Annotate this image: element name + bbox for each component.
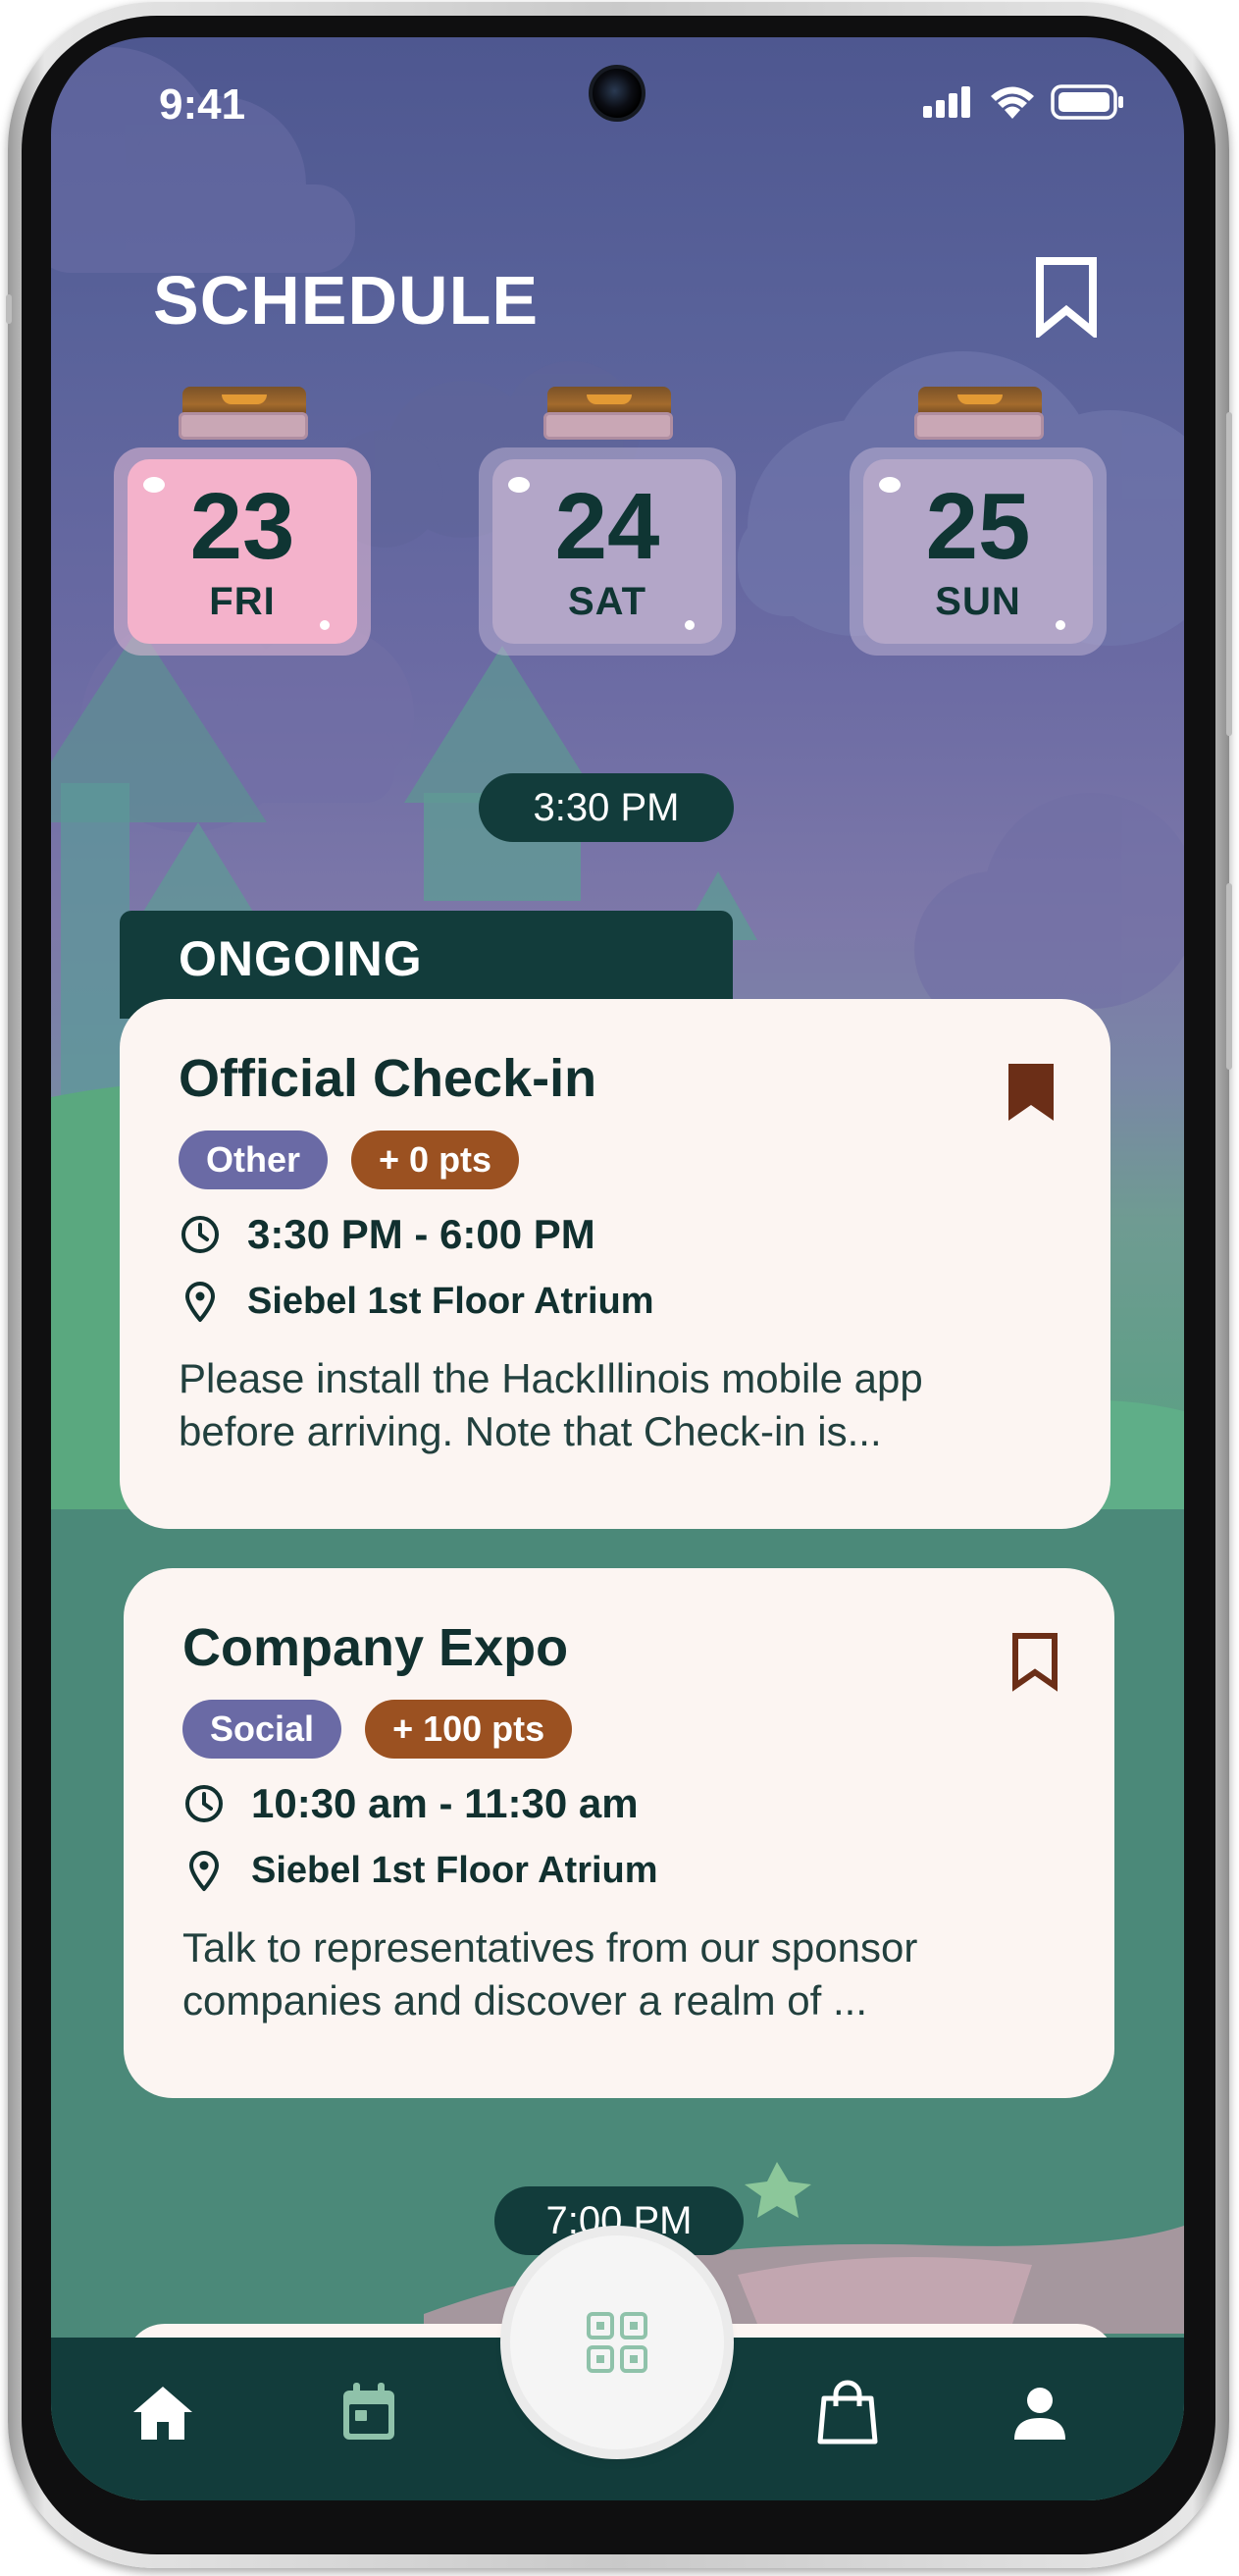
- event-card[interactable]: Official Check-in Other + 0 pts 3:30 PM …: [120, 999, 1110, 1529]
- location-pin-icon: [189, 1851, 219, 1891]
- event-tags: Other + 0 pts: [179, 1130, 1052, 1189]
- event-description: Please install the HackIllinois mobile a…: [179, 1352, 1052, 1458]
- jar-neck: [179, 412, 308, 440]
- profile-icon[interactable]: [1005, 2377, 1075, 2447]
- date-tab-sat[interactable]: 24 SAT: [479, 387, 736, 671]
- event-card[interactable]: Company Expo Social + 100 pts 10:30 am -…: [124, 1568, 1114, 2098]
- date-day: FRI: [209, 579, 276, 623]
- power-button: [1226, 883, 1232, 1070]
- event-location: Siebel 1st Floor Atrium: [247, 1280, 654, 1322]
- location-pin-icon: [185, 1282, 215, 1322]
- bookmark-outline-icon[interactable]: [1032, 255, 1101, 338]
- clock-icon: [185, 1785, 223, 1822]
- volume-button: [1226, 412, 1232, 736]
- event-location-row: Siebel 1st Floor Atrium: [182, 1849, 1056, 1892]
- side-button-left: [6, 294, 12, 324]
- description-line: companies and discover a realm of ...: [182, 1977, 868, 2024]
- event-time-row: 3:30 PM - 6:00 PM: [179, 1211, 1052, 1258]
- event-title: Company Expo: [182, 1618, 569, 1677]
- shop-bag-icon[interactable]: [812, 2377, 883, 2447]
- sparkle: [685, 620, 695, 630]
- points-badge: + 0 pts: [351, 1130, 520, 1189]
- qr-code-button[interactable]: [510, 2235, 724, 2449]
- clock-icon: [181, 1216, 219, 1253]
- jar-neck: [914, 412, 1044, 440]
- event-time: 3:30 PM - 6:00 PM: [247, 1211, 595, 1257]
- status-icons: [923, 84, 1125, 120]
- event-time: 10:30 am - 11:30 am: [251, 1780, 639, 1826]
- date-tab-sun[interactable]: 25 SUN: [850, 387, 1107, 671]
- sparkle: [1056, 620, 1065, 630]
- description-line: Please install the HackIllinois mobile a…: [179, 1355, 923, 1401]
- points-badge: + 100 pts: [365, 1700, 573, 1759]
- bookmark-filled-icon[interactable]: [1007, 1062, 1056, 1123]
- event-location: Siebel 1st Floor Atrium: [251, 1849, 658, 1891]
- event-title: Official Check-in: [179, 1049, 597, 1108]
- date-number: 24: [554, 473, 660, 579]
- app-screen: 9:41 SCHEDULE 23 FRI 24 SAT 25 SUN 3:30 …: [51, 37, 1184, 2500]
- time-slot-label: 3:30 PM: [479, 773, 734, 842]
- sparkle: [508, 477, 530, 493]
- date-number: 23: [189, 473, 295, 579]
- jar-neck: [543, 412, 673, 440]
- signal-icon: [923, 86, 970, 118]
- date-day: SUN: [935, 579, 1021, 623]
- sparkle: [320, 620, 330, 630]
- calendar-icon[interactable]: [334, 2377, 404, 2447]
- wifi-icon: [991, 86, 1034, 119]
- description-line: Talk to representatives from our sponsor: [182, 1924, 918, 1971]
- description-line: before arriving. Note that Check-in is..…: [179, 1408, 882, 1454]
- event-location-row: Siebel 1st Floor Atrium: [179, 1280, 1052, 1323]
- page-title: SCHEDULE: [153, 262, 540, 339]
- status-time: 9:41: [159, 80, 246, 129]
- event-tags: Social + 100 pts: [182, 1700, 1056, 1759]
- category-badge: Other: [179, 1130, 329, 1189]
- front-camera: [589, 65, 645, 122]
- sparkle: [879, 477, 901, 493]
- date-number: 25: [925, 473, 1031, 579]
- bookmark-outline-icon[interactable]: [1010, 1631, 1059, 1692]
- date-day: SAT: [567, 579, 647, 623]
- battery-icon: [1051, 84, 1123, 120]
- sparkle: [143, 477, 165, 493]
- qr-code-icon: [587, 2312, 647, 2373]
- event-time-row: 10:30 am - 11:30 am: [182, 1780, 1056, 1827]
- date-tab-fri[interactable]: 23 FRI: [114, 387, 371, 671]
- event-description: Talk to representatives from our sponsor…: [182, 1921, 1056, 2027]
- home-icon[interactable]: [128, 2377, 198, 2447]
- category-badge: Social: [182, 1700, 342, 1759]
